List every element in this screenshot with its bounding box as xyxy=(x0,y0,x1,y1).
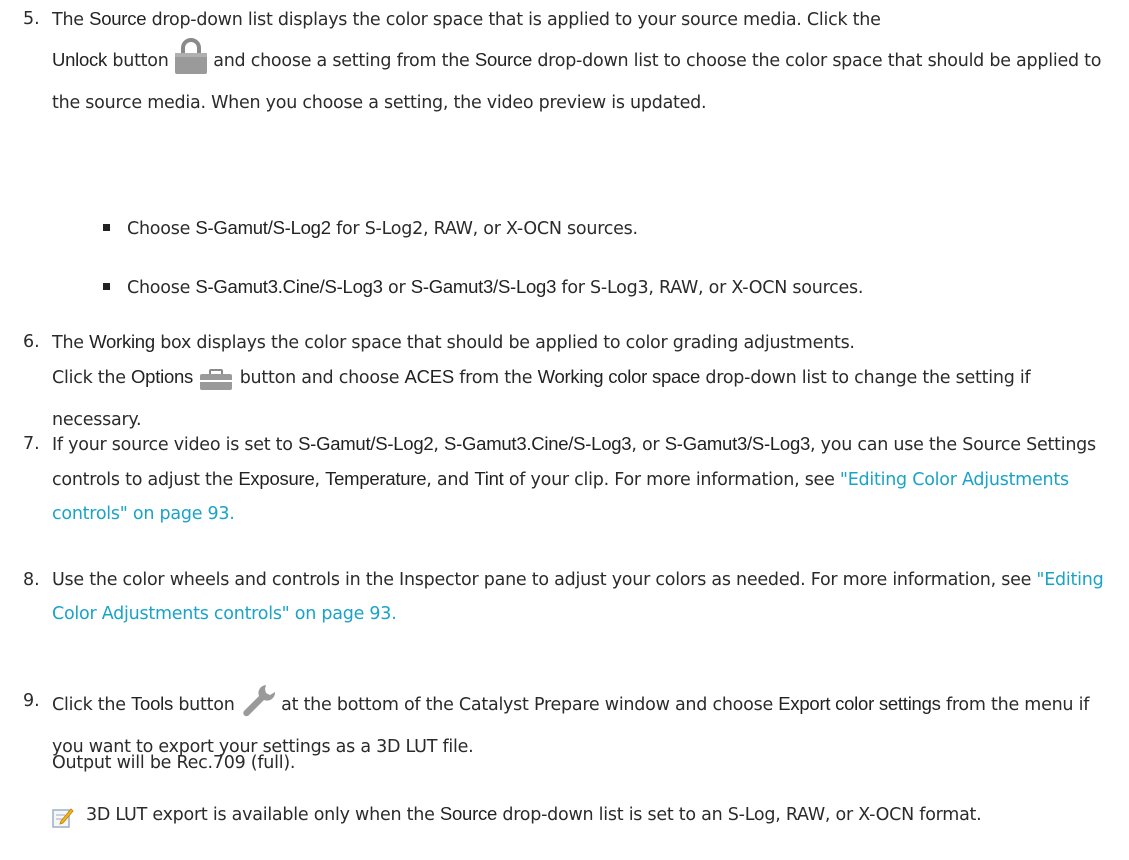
bullet-item: Choose S-Gamut3.Cine/S-Log3 or S-Gamut3/… xyxy=(127,276,864,298)
wrench-icon xyxy=(240,684,276,730)
bullet-item: Choose S-Gamut/S-Log2 for S-Log2, RAW, o… xyxy=(127,217,638,239)
step-number: 6. xyxy=(23,332,40,352)
step-number: 8. xyxy=(23,570,40,590)
step-number: 9. xyxy=(23,691,40,711)
note-text: 3D LUT export is available only when the… xyxy=(86,803,982,825)
step-text: The Working box displays the color space… xyxy=(52,331,1031,430)
toolbox-icon xyxy=(198,369,234,403)
document-page: 5. The Source drop-down list displays th… xyxy=(0,0,1129,860)
step-text: The Source drop-down list displays the c… xyxy=(52,8,1102,113)
output-text: Output will be Rec.709 (full). xyxy=(52,753,296,773)
padlock-icon xyxy=(174,37,208,86)
bullet-marker xyxy=(103,283,110,290)
step-number: 7. xyxy=(23,434,40,454)
bullet-marker xyxy=(103,224,110,231)
step-text: If your source video is set to S-Gamut/S… xyxy=(52,433,1096,524)
step-text: Use the color wheels and controls in the… xyxy=(52,570,1104,624)
note-pencil-icon xyxy=(52,806,74,828)
step-number: 5. xyxy=(23,9,40,29)
